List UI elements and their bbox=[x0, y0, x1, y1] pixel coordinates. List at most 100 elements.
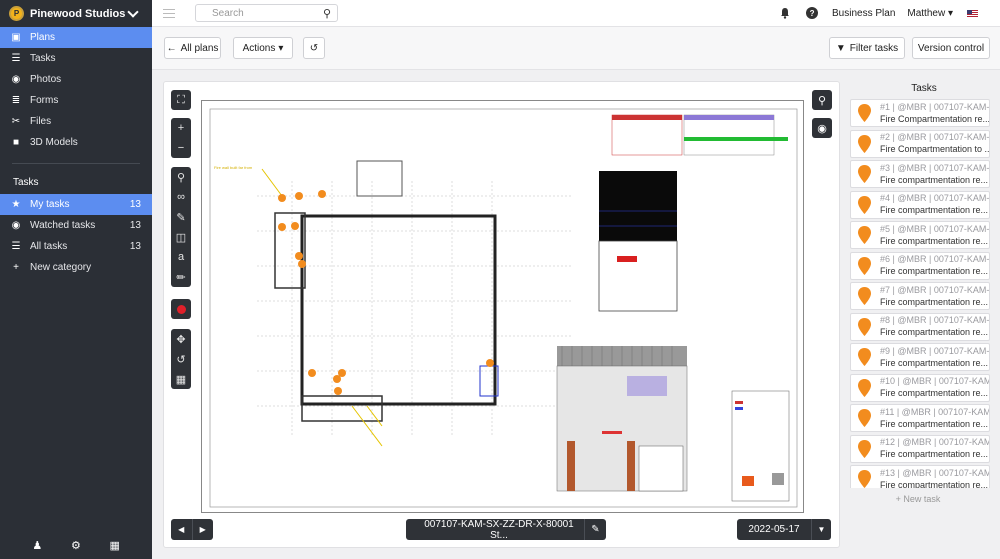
color-picker[interactable] bbox=[171, 299, 191, 319]
org-switcher[interactable]: P Pinewood Studios bbox=[0, 0, 152, 27]
task-pin-icon bbox=[858, 134, 871, 153]
plans-icon: ▣ bbox=[11, 32, 21, 43]
zoom-fit-tool[interactable]: ⛶ bbox=[171, 90, 191, 110]
us-flag-icon[interactable] bbox=[967, 9, 978, 17]
help-icon[interactable]: ? bbox=[806, 7, 819, 19]
task-item[interactable]: #13 | @MBR | 007107-KAM-...Fire compartm… bbox=[850, 465, 990, 488]
tasks-section-title: Tasks bbox=[13, 176, 39, 188]
all-plans-button[interactable]: ← All plans bbox=[164, 37, 221, 59]
shapes-icon[interactable]: ◫ bbox=[171, 227, 191, 247]
org-name: Pinewood Studios bbox=[30, 7, 126, 20]
task-title: Fire compartmentation re... bbox=[880, 296, 989, 307]
eye-icon[interactable]: ◉ bbox=[812, 118, 832, 138]
zoom-in-icon[interactable]: + bbox=[171, 118, 191, 138]
sidebar-divider bbox=[12, 163, 140, 164]
search-icon[interactable]: ⚲ bbox=[812, 90, 832, 110]
task-id: #10 | @MBR | 007107-KAM-... bbox=[880, 376, 989, 386]
plan-drawing[interactable]: Fire wall built far from bbox=[201, 100, 804, 513]
task-id: #1 | @MBR | 007107-KAM-S... bbox=[880, 101, 989, 112]
nav-item-tasks[interactable]: ☰ Tasks bbox=[0, 48, 152, 69]
task-text: #3 | @MBR | 007107-KAM-S...Fire compartm… bbox=[880, 163, 989, 186]
task-text: #11 | @MBR | 007107-KAM-...Fire compartm… bbox=[880, 407, 989, 430]
task-title: Fire compartmentation re... bbox=[880, 205, 989, 215]
sidebar-item-watched-tasks[interactable]: ◉ Watched tasks 13 bbox=[0, 215, 152, 236]
zoom-out-icon[interactable]: − bbox=[171, 138, 191, 158]
edit-tools: ✥ ↺ ▦ bbox=[171, 329, 191, 389]
prev-page-icon[interactable]: ◀ bbox=[171, 519, 193, 540]
task-item[interactable]: #3 | @MBR | 007107-KAM-S...Fire compartm… bbox=[850, 160, 990, 188]
task-id: #9 | @MBR | 007107-KAM-S... bbox=[880, 345, 989, 356]
new-task-button[interactable]: + New task bbox=[848, 494, 988, 504]
actions-dropdown[interactable]: Actions bbox=[233, 37, 293, 59]
sidebar-item-all-tasks[interactable]: ☰ All tasks 13 bbox=[0, 236, 152, 257]
nav-item-3d-models[interactable]: ■ 3D Models bbox=[0, 132, 152, 153]
task-item[interactable]: #8 | @MBR | 007107-KAM-S... Fire compartm… bbox=[850, 312, 990, 341]
sidebar-item-label: Watched tasks bbox=[30, 220, 96, 231]
sidebar-item-my-tasks[interactable]: ★ My tasks 13 bbox=[0, 194, 152, 215]
task-pin-icon bbox=[858, 378, 871, 397]
fullscreen-icon[interactable]: ⛶ bbox=[171, 90, 191, 110]
task-pin-icon bbox=[858, 439, 871, 458]
bell-icon[interactable] bbox=[779, 7, 791, 19]
document-name-field[interactable]: 007107-KAM-SX-ZZ-DR-X-80001 St... ✎ bbox=[406, 519, 606, 541]
task-count: 13 bbox=[129, 199, 141, 210]
users-icon[interactable]: ♟ bbox=[30, 539, 44, 552]
nav-item-label: Tasks bbox=[30, 53, 56, 64]
task-item[interactable]: #11 | @MBR | 007107-KAM-...Fire compartm… bbox=[850, 404, 990, 432]
plan-toolbar: ← All plans Actions ↺ ▼ Filter tasks Ver… bbox=[152, 27, 1000, 70]
task-list: #1 | @MBR | 007107-KAM-S... Fire Compartm… bbox=[850, 99, 990, 488]
undo-icon[interactable]: ↺ bbox=[171, 349, 191, 369]
task-title: Fire Compartmentation to ... bbox=[880, 144, 989, 154]
filter-tasks-button[interactable]: ▼ Filter tasks bbox=[829, 37, 905, 59]
nav-item-photos[interactable]: ◉ Photos bbox=[0, 69, 152, 90]
version-control-button[interactable]: Version control bbox=[912, 37, 990, 59]
trash-icon[interactable]: ▦ bbox=[171, 369, 191, 389]
task-id: #11 | @MBR | 007107-KAM-... bbox=[880, 406, 989, 417]
search-input[interactable]: Search ⚲ bbox=[195, 4, 338, 22]
task-title: Fire compartmentation re... bbox=[880, 266, 989, 276]
hamburger-icon[interactable] bbox=[163, 8, 175, 18]
task-item[interactable]: #9 | @MBR | 007107-KAM-S...Fire compartm… bbox=[850, 343, 990, 371]
zoom-controls: + − bbox=[171, 118, 191, 158]
move-icon[interactable]: ✥ bbox=[171, 329, 191, 349]
task-id: #3 | @MBR | 007107-KAM-S... bbox=[880, 162, 989, 173]
list-icon: ☰ bbox=[11, 241, 21, 252]
gear-icon[interactable]: ⚙ bbox=[69, 539, 83, 552]
trash-icon[interactable]: ▦ bbox=[108, 539, 122, 552]
chevron-down-icon[interactable]: ▼ bbox=[811, 519, 831, 540]
link-icon[interactable]: ∞ bbox=[171, 187, 191, 207]
search-icon[interactable]: ⚲ bbox=[323, 7, 331, 20]
task-item[interactable]: #1 | @MBR | 007107-KAM-S...Fire Compartm… bbox=[850, 99, 990, 127]
task-item[interactable]: #6 | @MBR | 007107-KAM-S... Fire compartm… bbox=[850, 251, 990, 280]
tasks-panel: Tasks #1 | @MBR | 007107-KAM-S...Fire Co… bbox=[848, 70, 1000, 559]
filter-tasks-label: Filter tasks bbox=[849, 42, 899, 54]
task-item[interactable]: #2 | @MBR | 007107-KAM-S... Fire Compartm… bbox=[850, 129, 990, 158]
revision-date-select[interactable]: 2022-05-17 ▼ bbox=[737, 519, 831, 540]
task-item[interactable]: #12 | @MBR | 007107-KAM-... Fire compartm… bbox=[850, 434, 990, 463]
history-icon[interactable]: ↺ bbox=[303, 37, 325, 59]
sidebar-item-new-category[interactable]: + New category bbox=[0, 257, 152, 278]
pin-icon[interactable]: ⚲ bbox=[171, 167, 191, 187]
nav-item-label: Photos bbox=[30, 74, 62, 85]
edit-icon[interactable]: ✎ bbox=[584, 519, 606, 540]
nav-item-label: Plans bbox=[30, 32, 56, 43]
plan-viewer[interactable]: Fire wall built far from ⛶ + − ⚲ ∞ ✎ ◫ a… bbox=[163, 81, 840, 548]
nav-item-files[interactable]: ✂ Files bbox=[0, 111, 152, 132]
red-color-icon[interactable] bbox=[171, 299, 191, 319]
next-page-icon[interactable]: ▶ bbox=[193, 519, 214, 540]
nav-item-plans[interactable]: ▣ Plans bbox=[0, 27, 152, 48]
pen-icon[interactable]: ✎ bbox=[171, 207, 191, 227]
nav-item-forms[interactable]: ≣ Forms bbox=[0, 90, 152, 111]
task-count: 13 bbox=[129, 241, 141, 252]
task-id: #8 | @MBR | 007107-KAM-S... bbox=[880, 315, 989, 325]
task-item[interactable]: #4 | @MBR | 007107-KAM-S... Fire compartm… bbox=[850, 190, 990, 219]
task-id: #4 | @MBR | 007107-KAM-S... bbox=[880, 193, 989, 203]
task-item[interactable]: #5 | @MBR | 007107-KAM-S...Fire compartm… bbox=[850, 221, 990, 249]
task-pin-icon bbox=[858, 104, 871, 122]
plan-selector[interactable]: Business Plan bbox=[832, 8, 895, 19]
task-item[interactable]: #10 | @MBR | 007107-KAM-... Fire compartm… bbox=[850, 373, 990, 402]
task-item[interactable]: #7 | @MBR | 007107-KAM-S...Fire compartm… bbox=[850, 282, 990, 310]
ruler-icon[interactable]: ✏ bbox=[171, 267, 191, 287]
text-icon[interactable]: a bbox=[171, 247, 191, 267]
user-menu[interactable]: Matthew bbox=[907, 8, 953, 19]
